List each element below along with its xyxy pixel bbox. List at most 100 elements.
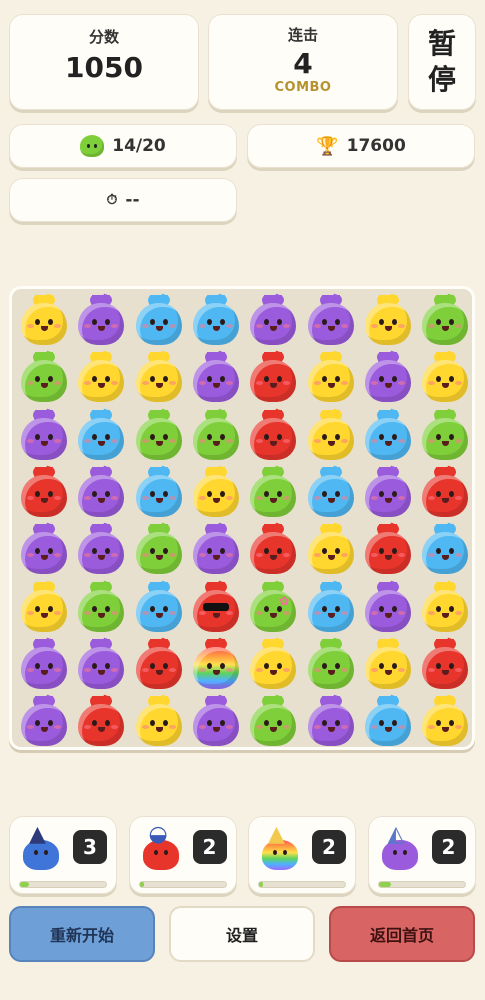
tile-purple-blob[interactable] [74,637,128,693]
settings-button[interactable]: 设置 [169,906,315,962]
party-blob-icon: ▲ [258,824,302,870]
powerup-count: 2 [431,830,466,864]
tile-blue-blob[interactable] [74,408,128,464]
tile-green-blob[interactable] [132,522,186,578]
tile-green-blob[interactable] [418,408,472,464]
tile-green-blob[interactable] [74,580,128,636]
tile-purple-blob[interactable] [361,350,415,406]
tile-yellow-blob[interactable] [418,350,472,406]
tile-purple-blob[interactable] [17,522,71,578]
tile-yellow-blob[interactable] [418,694,472,750]
tile-red-blob[interactable] [246,522,300,578]
tile-blue-blob[interactable] [132,465,186,521]
tile-green-blob[interactable] [246,694,300,750]
powerup-party-blob[interactable]: ▲ 2 [248,816,356,894]
tile-purple-blob[interactable] [17,637,71,693]
score-label: 分数 [88,28,119,46]
tile-red-blob[interactable] [246,350,300,406]
combo-panel: 连击 4 COMBO [208,14,398,110]
tile-red-blob[interactable] [132,637,186,693]
tile-purple-blob[interactable] [246,293,300,349]
tile-red-blob-special[interactable] [189,580,243,636]
tile-purple-blob[interactable] [189,522,243,578]
powerup-wizard-blob[interactable]: ▲ 3 [9,816,117,894]
best-score-text: 17600 [346,136,406,156]
tile-yellow-blob[interactable] [304,408,358,464]
tile-red-blob[interactable] [361,522,415,578]
tile-yellow-blob[interactable] [304,350,358,406]
powerup-sleep-blob[interactable]: ◭ 2 [367,816,476,894]
tile-blue-blob[interactable] [304,465,358,521]
powerup-cap-blob[interactable]: ◒ 2 [128,816,237,894]
combo-sub: COMBO [274,80,332,95]
tile-green-blob[interactable] [17,350,71,406]
tile-purple-blob[interactable] [74,293,128,349]
tile-purple-blob[interactable] [361,465,415,521]
cap-icon: ◒ [148,822,168,847]
restart-button[interactable]: 重新开始 [9,906,155,962]
pause-button[interactable]: 暂停 [408,14,476,110]
tile-red-blob[interactable] [17,465,71,521]
timer-text: -- [125,190,140,210]
tile-green-blob-special[interactable]: ✿ [246,580,300,636]
tile-blue-blob[interactable] [132,580,186,636]
tile-green-blob[interactable] [132,408,186,464]
cap-blob-icon: ◒ [139,822,183,870]
stopwatch-icon: ⏱ [106,192,118,208]
tile-purple-blob[interactable] [304,293,358,349]
timer-panel: ⏱ -- [9,178,237,222]
tile-blue-blob[interactable] [189,293,243,349]
tile-green-blob[interactable] [246,465,300,521]
tile-purple-blob[interactable] [361,580,415,636]
green-blob-icon [80,135,105,157]
tile-yellow-blob[interactable] [361,637,415,693]
pause-label: 暂停 [427,27,456,96]
tile-purple-blob[interactable] [17,694,71,750]
nightcap-icon: ◭ [387,822,405,847]
tile-red-blob[interactable] [418,465,472,521]
tile-yellow-blob[interactable] [246,637,300,693]
trophy-icon: 🏆 [316,135,339,157]
tile-green-blob[interactable] [418,293,472,349]
tile-yellow-blob[interactable] [74,350,128,406]
tile-blue-blob[interactable] [418,522,472,578]
tile-purple-blob[interactable] [74,465,128,521]
tile-red-blob[interactable] [74,694,128,750]
tile-red-blob[interactable] [418,637,472,693]
tile-yellow-blob[interactable] [17,580,71,636]
powerup-count: 3 [73,830,107,864]
tile-yellow-blob[interactable] [418,580,472,636]
score-panel: 分数 1050 [9,14,199,110]
tile-blue-blob[interactable] [304,580,358,636]
tile-yellow-blob[interactable] [132,350,186,406]
powerup-charge-fill [378,882,392,887]
tile-purple-blob[interactable] [189,350,243,406]
tile-red-blob[interactable] [246,408,300,464]
tile-purple-blob[interactable] [17,408,71,464]
tile-blue-blob[interactable] [361,694,415,750]
powerup-charge-fill [20,882,29,887]
wizard-hat-icon: ▲ [29,822,46,847]
tile-yellow-blob[interactable] [189,465,243,521]
home-button[interactable]: 返回首页 [329,906,475,962]
powerup-charge-fill [259,882,264,887]
tile-yellow-blob[interactable] [132,694,186,750]
combo-label: 连击 [287,26,318,44]
tile-yellow-blob[interactable] [17,293,71,349]
goal-text: 14/20 [112,136,166,156]
tile-rainbow-blob[interactable] [189,637,243,693]
tile-blue-blob[interactable] [361,408,415,464]
score-value: 1050 [65,51,143,84]
best-score-panel: 🏆 17600 [247,124,475,168]
tile-yellow-blob[interactable] [361,293,415,349]
tile-purple-blob[interactable] [74,522,128,578]
tile-green-blob[interactable] [189,408,243,464]
tile-blue-blob[interactable] [132,293,186,349]
tile-purple-blob[interactable] [304,694,358,750]
powerup-charge-fill [139,882,144,887]
powerup-charge-bar [258,881,346,888]
tile-purple-blob[interactable] [189,694,243,750]
tile-green-blob[interactable] [304,637,358,693]
tile-yellow-blob[interactable] [304,522,358,578]
sleep-blob-icon: ◭ [378,822,422,870]
